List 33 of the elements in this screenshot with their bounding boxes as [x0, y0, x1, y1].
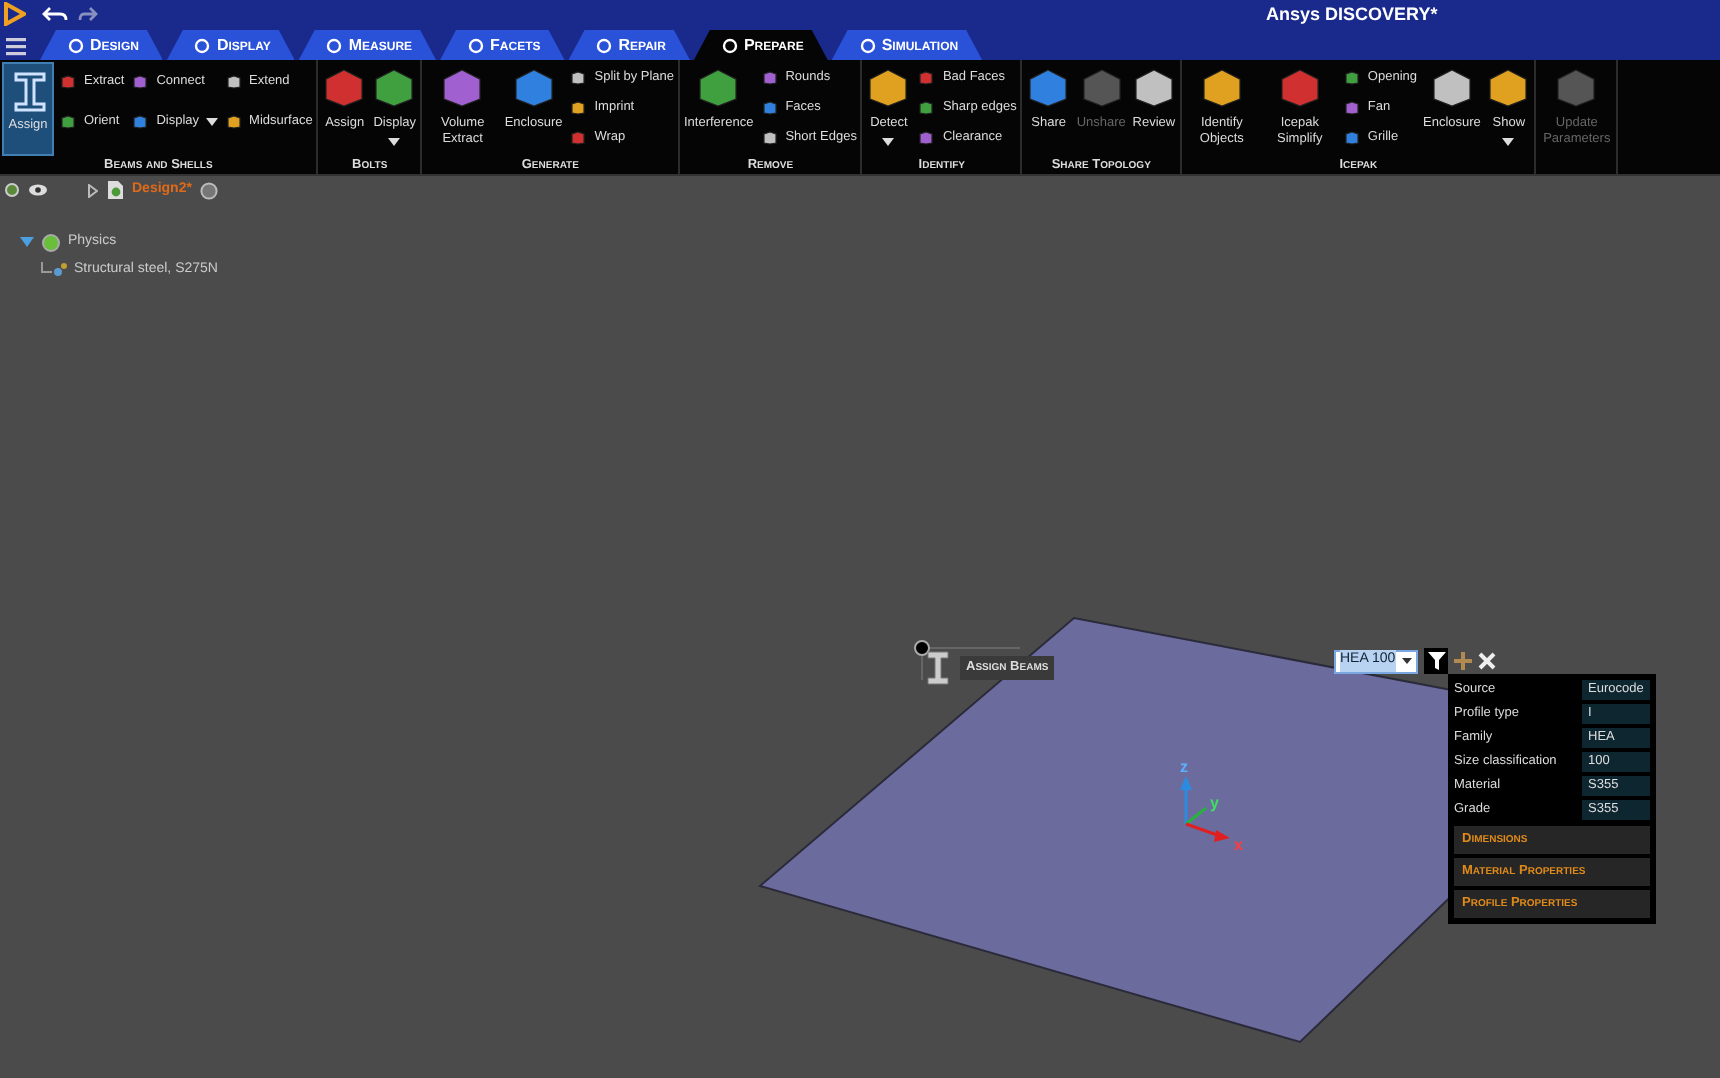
ribbon-tab[interactable]: Design	[40, 30, 163, 60]
ring-icon	[721, 37, 738, 53]
ribbon-tab[interactable]: Simulation	[831, 30, 983, 60]
i-beam-icon	[924, 650, 952, 686]
axis-label: z	[1180, 758, 1188, 776]
expand-arrow-icon[interactable]	[88, 183, 98, 198]
ring-icon	[859, 37, 876, 53]
caret-icon	[1402, 658, 1412, 664]
ring-icon	[326, 37, 343, 53]
ribbon-tab[interactable]: Repair	[568, 30, 690, 60]
logo-icon[interactable]	[2, 2, 26, 26]
ring-icon	[68, 37, 84, 53]
redo-icon[interactable]	[78, 6, 98, 22]
ring-icon	[596, 37, 613, 53]
axis-label: y	[1210, 794, 1219, 812]
document-icon	[106, 180, 124, 201]
ring-icon	[468, 37, 485, 53]
filter-button[interactable]	[1424, 648, 1448, 674]
ribbon-tab[interactable]: Measure	[298, 30, 437, 60]
window-title: Ansys DISCOVERY*	[1266, 4, 1438, 24]
menu-icon[interactable]	[4, 34, 28, 58]
close-icon[interactable]	[1478, 652, 1496, 670]
ring-icon	[194, 37, 211, 53]
ribbon-tab[interactable]: Display	[166, 30, 295, 60]
ribbon-tab[interactable]: Facets	[440, 30, 565, 60]
move-icon[interactable]	[1454, 652, 1472, 670]
ribbon-tab[interactable]: Prepare	[693, 30, 828, 60]
undo-icon[interactable]	[42, 6, 70, 22]
expand-arrow-icon[interactable]	[20, 236, 34, 248]
axis-triad-drawing	[1180, 776, 1230, 842]
axis-label: x	[1234, 836, 1243, 854]
filter-icon	[1427, 652, 1445, 670]
eye-icon[interactable]	[28, 182, 48, 199]
